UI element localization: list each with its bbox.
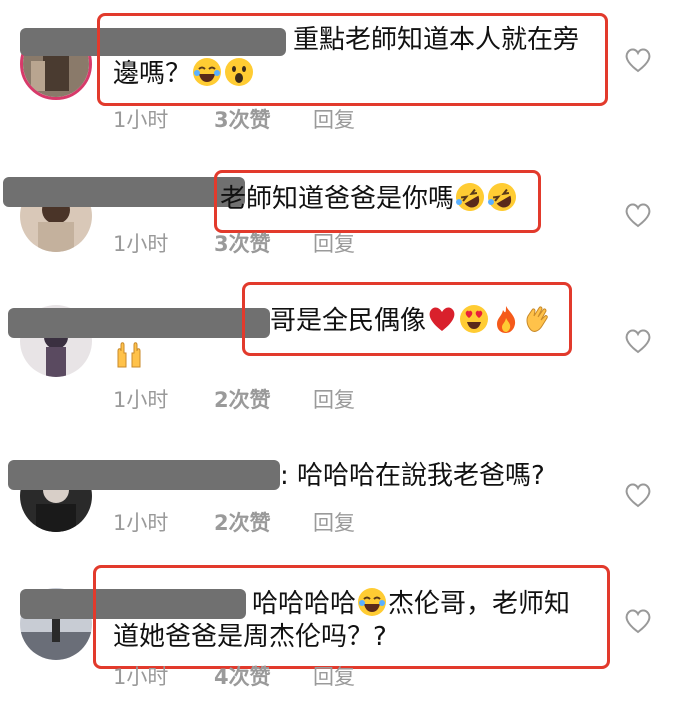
like-heart-icon[interactable] [624,202,652,228]
reply-button[interactable]: 回复 [313,228,355,258]
comment-text: 邊嗎？ [113,54,255,94]
heart-eyes-emoji [460,305,489,333]
raising-hands-emoji [117,342,141,368]
fire-emoji [497,306,516,333]
timestamp: 1小时 [113,665,169,689]
rolling-laughing-emoji [488,183,517,211]
timestamp: 1小时 [113,511,169,535]
comment-text: 道她爸爸是周杰伦吗？? [113,622,387,652]
comment-text: : 哈哈哈在說我老爸嗎? [280,461,545,491]
like-count[interactable]: 2次赞 [214,507,271,537]
like-count[interactable]: 4次赞 [214,661,271,691]
red-heart-emoji [429,307,455,331]
like-heart-icon[interactable] [624,482,652,508]
redacted-username[interactable] [8,308,270,338]
timestamp: 1小时 [113,388,169,412]
laughing-tears-emoji [358,588,387,616]
redacted-username[interactable] [3,177,245,207]
clapping-hands-emoji [526,306,548,332]
like-heart-icon[interactable] [624,608,652,634]
timestamp: 1小时 [113,232,169,256]
reply-button[interactable]: 回复 [313,384,355,414]
comment-text [113,336,145,376]
comment-text: 重點老師知道本人就在旁 [293,25,580,55]
rolling-laughing-emoji [456,183,485,211]
like-count[interactable]: 2次赞 [214,384,271,414]
like-heart-icon[interactable] [624,328,652,354]
timestamp: 1小时 [113,108,169,132]
comment-text: 哥是全民偶像 [270,301,554,341]
like-heart-icon[interactable] [624,47,652,73]
redacted-username[interactable] [8,460,280,490]
reply-button[interactable]: 回复 [313,104,355,134]
comment-text: 老師知道爸爸是你嗎 [220,179,518,219]
reply-button[interactable]: 回复 [313,507,355,537]
reply-button[interactable]: 回复 [313,661,355,691]
like-count[interactable]: 3次赞 [214,104,271,134]
laughing-tears-emoji [193,58,222,86]
like-count[interactable]: 3次赞 [214,228,271,258]
surprised-face-emoji [225,58,254,86]
